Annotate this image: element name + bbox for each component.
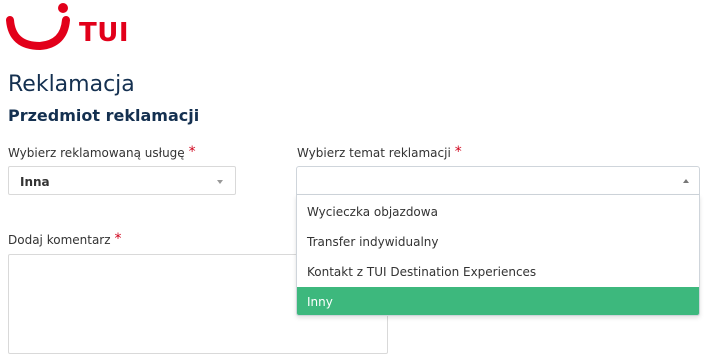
tui-logo[interactable]: TUI: [6, 0, 130, 52]
topic-option-kontakt[interactable]: Kontakt z TUI Destination Experiences: [297, 257, 699, 287]
topic-dropdown-list: Wycieczka objazdowa Transfer indywidualn…: [296, 195, 700, 316]
page-title: Reklamacja: [8, 72, 135, 97]
service-select[interactable]: Inna: [8, 166, 236, 195]
topic-label: Wybierz temat reklamacji *: [297, 144, 462, 160]
topic-option-inny[interactable]: Inny: [297, 287, 699, 315]
service-select-value: Inna: [20, 175, 50, 189]
chevron-up-icon: [683, 179, 689, 183]
logo-text: TUI: [79, 18, 130, 48]
chevron-down-icon: [217, 180, 223, 184]
required-mark: *: [114, 231, 122, 247]
required-mark: *: [188, 144, 196, 160]
service-label-text: Wybierz reklamowaną usługę: [8, 146, 185, 160]
service-label: Wybierz reklamowaną usługę *: [8, 144, 196, 160]
topic-option-transfer[interactable]: Transfer indywidualny: [297, 227, 699, 257]
required-mark: *: [454, 144, 462, 160]
comment-label: Dodaj komentarz *: [8, 231, 122, 247]
topic-label-text: Wybierz temat reklamacji: [297, 146, 451, 160]
topic-option-wycieczka[interactable]: Wycieczka objazdowa: [297, 197, 699, 227]
topic-select[interactable]: [296, 166, 700, 195]
section-subtitle: Przedmiot reklamacji: [8, 106, 200, 125]
tui-smile-icon: [6, 3, 70, 51]
comment-label-text: Dodaj komentarz: [8, 233, 111, 247]
